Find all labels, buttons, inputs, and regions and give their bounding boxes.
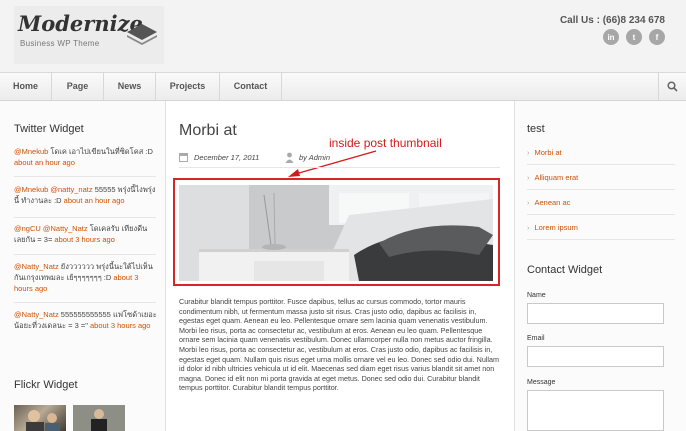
facebook-icon[interactable]: f [649,29,665,45]
message-label: Message [527,379,556,386]
email-label: Email [527,335,545,342]
flickr-widget-title: Flickr Widget [14,379,78,391]
divider [527,239,675,240]
site-header: Modernize Business WP Theme Call Us : (6… [0,0,686,72]
search-icon [667,81,678,92]
linkedin-icon[interactable]: in [603,29,619,45]
bedroom-photo [179,185,493,281]
divider [14,176,156,177]
tweet-user[interactable]: @Mnekub [14,185,48,194]
divider [179,167,500,168]
person-photo [73,405,125,431]
list-widget-title: test [527,123,545,135]
flickr-photo[interactable] [73,405,125,431]
user-icon [285,152,294,163]
right-sidebar: test Morbi at Alliquam erat Aenean ac Lo… [514,101,686,431]
nav-item-contact[interactable]: Contact [220,73,282,100]
sidebar-link[interactable]: Lorem ipsum [527,223,675,232]
calendar-icon [179,153,188,162]
name-label: Name [527,292,546,299]
sidebar-link[interactable]: Alliquam erat [527,173,675,182]
tweet-user[interactable]: @Natty_Natz [14,310,59,319]
tweet-time[interactable]: about 3 hours ago [90,321,150,330]
email-field[interactable] [527,346,664,367]
flickr-photo[interactable] [14,405,66,431]
divider [527,189,675,190]
tweet-mention[interactable]: @natty_natz [50,185,92,194]
nav-item-projects[interactable]: Projects [156,73,220,100]
main-content: Morbi at inside post thumbnail December … [166,101,514,431]
tweet-time[interactable]: about an hour ago [64,196,125,205]
call-us-text: Call Us : (66)8 234 678 [559,15,665,26]
nav-item-home[interactable]: Home [0,73,52,100]
divider [527,164,675,165]
sidebar-link[interactable]: Morbi at [527,148,675,157]
message-field[interactable] [527,390,664,431]
tweet-text: โดเค เอาไปเขียนในที่ซิดโคส :D [48,147,153,156]
contact-widget-title: Contact Widget [527,264,603,276]
twitter-icon[interactable]: t [626,29,642,45]
divider [14,302,156,303]
post-date: December 17, 2011 [194,153,260,162]
post-body: Curabitur blandit tempus porttitor. Fusc… [179,297,500,393]
tweet-time[interactable]: about 3 hours ago [54,235,114,244]
tweet-user[interactable]: @ngCU [14,224,41,233]
tweet-mention[interactable]: @Natty_Natz [43,224,88,233]
tweet: @Mnekub โดเค เอาไปเขียนในที่ซิดโคส :D ab… [14,146,158,168]
tweet-time[interactable]: about an hour ago [14,158,75,167]
post-thumbnail[interactable] [179,185,493,281]
left-sidebar: Twitter Widget @Mnekub โดเค เอาไปเขียนใน… [0,101,166,431]
tweet: @Natty_Natz ยังวววววว พรุ่งนี้นะใต้ไปเห็… [14,261,158,294]
nav-item-page[interactable]: Page [52,73,104,100]
main-nav: Home Page News Projects Contact [0,72,686,101]
post-title[interactable]: Morbi at [179,122,237,140]
tweet: @Mnekub @natty_natz 55555 พรุ่งนี้ไงพรุ่… [14,184,158,206]
search-button[interactable] [658,73,686,100]
logo-stack-icon [127,24,157,45]
nav-item-news[interactable]: News [104,73,156,100]
name-field[interactable] [527,303,664,324]
post-meta: December 17, 2011 by Admin [179,152,499,166]
tweet: @ngCU @Natty_Natz โดเคลรับ เทียงดีนเลยกั… [14,223,158,245]
site-logo[interactable]: Modernize Business WP Theme [14,6,164,64]
divider [14,217,156,218]
divider [14,254,156,255]
post-author[interactable]: by Admin [299,153,330,162]
logo-subtitle: Business WP Theme [20,39,100,48]
divider [527,214,675,215]
tweet: @Natty_Natz 555555555555 แฟโซด้าเยอะน้อย… [14,309,158,331]
tweet-user[interactable]: @Natty_Natz [14,262,59,271]
logo-title: Modernize [18,11,143,36]
twitter-widget-title: Twitter Widget [14,123,84,135]
sidebar-link[interactable]: Aenean ac [527,198,675,207]
tweet-user[interactable]: @Mnekub [14,147,48,156]
social-links: in t f [603,29,665,45]
person-photo [26,410,60,431]
